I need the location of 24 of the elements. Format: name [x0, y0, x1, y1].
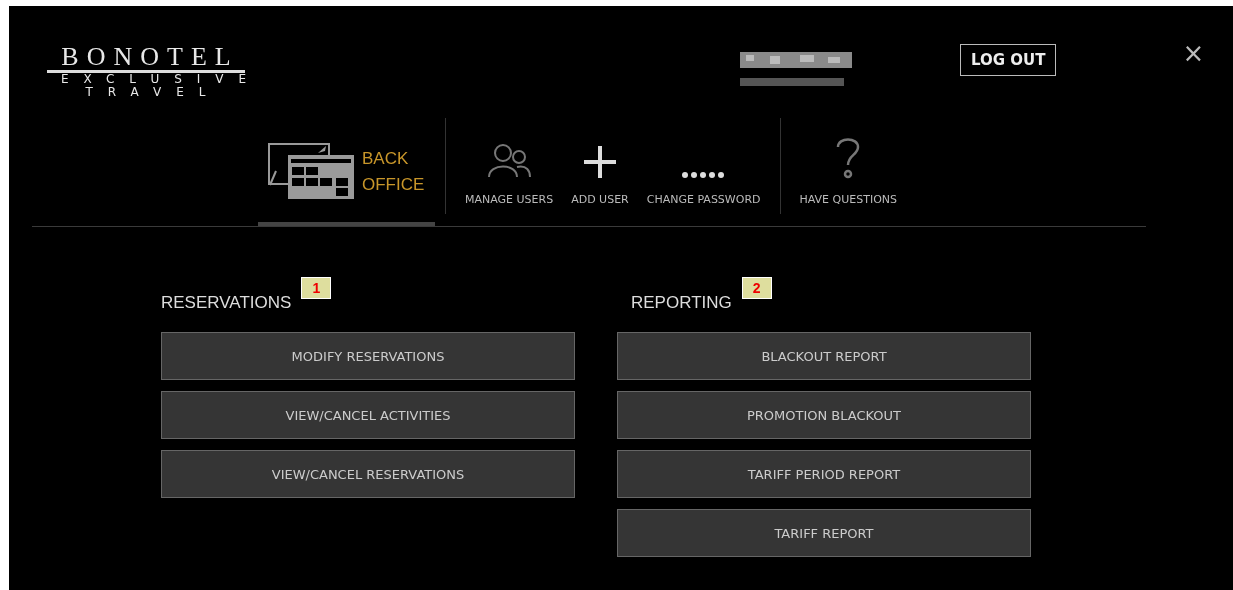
question-mark-icon [835, 135, 862, 179]
close-icon[interactable]: × [1182, 38, 1205, 68]
menu-button[interactable]: VIEW/CANCEL RESERVATIONS [161, 450, 575, 498]
brand-logo: BONOTEL EXCLUSIVE TRAVEL [47, 44, 245, 99]
nav-tab[interactable]: CHANGE PASSWORD [637, 118, 770, 226]
nav-tab[interactable]: MANAGE USERS [456, 118, 563, 226]
password-dots-icon [680, 171, 727, 179]
number-badge: 1 [301, 277, 332, 299]
menu-button[interactable]: TARIFF PERIOD REPORT [617, 450, 1031, 498]
menu-button[interactable]: MODIFY RESERVATIONS [161, 332, 575, 380]
section-title: REPORTING [631, 293, 732, 313]
users-icon [487, 143, 532, 179]
menu-button[interactable]: TARIFF REPORT [617, 509, 1031, 557]
section-title: RESERVATIONS [161, 293, 292, 313]
nav-tab[interactable]: ADD USER [562, 118, 638, 226]
logout-button[interactable]: LOG OUT [960, 44, 1057, 76]
plus-icon [582, 145, 617, 179]
nav-tab[interactable]: HAVE QUESTIONS [790, 118, 907, 226]
number-badge: 2 [741, 277, 772, 299]
menu-button[interactable]: VIEW/CANCEL ACTIVITIES [161, 391, 575, 439]
menu-button[interactable]: PROMOTION BLACKOUT [617, 391, 1031, 439]
menu-button[interactable]: BLACKOUT REPORT [617, 332, 1031, 380]
nav-tab[interactable]: BACK OFFICE [258, 118, 435, 226]
calendar-icon [268, 143, 356, 201]
